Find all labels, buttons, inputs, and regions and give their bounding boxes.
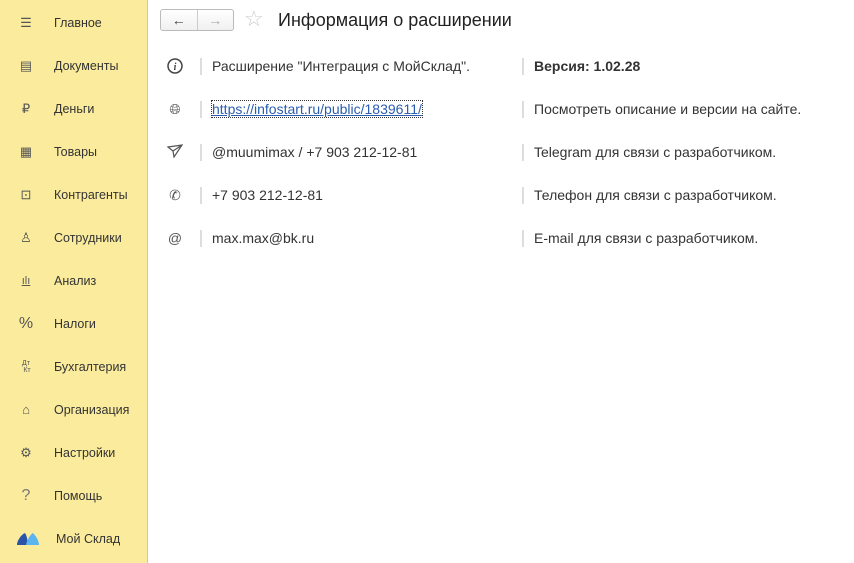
web-icon: 🌐︎	[169, 101, 181, 117]
sidebar-item-settings[interactable]: ⚙ Настройки	[0, 431, 147, 474]
goods-icon: ▦	[19, 143, 33, 159]
menu-icon: ☰	[20, 14, 32, 30]
svg-text:i: i	[174, 62, 177, 73]
info-row-telegram: @muumimax / +7 903 212-12-81 Telegram дл…	[148, 141, 854, 165]
sidebar-item-label: Сотрудники	[54, 230, 122, 245]
website-description: Посмотреть описание и версии на сайте.	[534, 101, 802, 117]
separator	[200, 144, 202, 161]
separator	[522, 187, 524, 204]
sidebar-item-documents[interactable]: ▤ Документы	[0, 44, 147, 87]
separator	[200, 58, 202, 75]
sidebar-item-contractors[interactable]: ⊡ Контрагенты	[0, 173, 147, 216]
sidebar-item-goods[interactable]: ▦ Товары	[0, 130, 147, 173]
sidebar-item-taxes[interactable]: % Налоги	[0, 302, 147, 345]
sidebar-item-accounting[interactable]: Дт Кт Бухгалтерия	[0, 345, 147, 388]
separator	[522, 144, 524, 161]
separator	[522, 58, 524, 75]
sidebar-item-main[interactable]: ☰ Главное	[0, 1, 147, 44]
telegram-contact: @muumimax / +7 903 212-12-81	[212, 144, 418, 160]
info-row-email: @ max.max@bk.ru E-mail для связи с разра…	[148, 227, 854, 251]
extension-name: Расширение "Интеграция с МойСклад".	[212, 58, 470, 74]
info-row-extension: i Расширение "Интеграция с МойСклад". Ве…	[148, 55, 854, 79]
history-nav: ← →	[160, 9, 234, 31]
sidebar-item-label: Контрагенты	[54, 187, 128, 202]
info-row-website: 🌐︎ https://infostart.ru/public/1839611/ …	[148, 98, 854, 122]
separator	[522, 101, 524, 118]
telegram-icon	[166, 144, 184, 161]
moysklad-logo-icon	[16, 532, 40, 546]
info-icon: i	[166, 58, 184, 77]
ruble-icon: ₽	[21, 100, 31, 116]
separator	[200, 187, 202, 204]
dt-kt-icon: Дт Кт	[21, 359, 31, 374]
sidebar-item-label: Документы	[54, 58, 119, 73]
sidebar-item-label: Главное	[54, 15, 102, 30]
percent-icon: %	[18, 314, 34, 332]
telegram-description: Telegram для связи с разработчиком.	[534, 144, 777, 160]
email-description: E-mail для связи с разработчиком.	[534, 230, 759, 246]
forward-button[interactable]: →	[198, 10, 234, 30]
sidebar-item-label: Помощь	[54, 488, 103, 503]
separator	[200, 230, 202, 247]
sidebar-item-label: Настройки	[54, 445, 116, 460]
sidebar-item-label: Налоги	[54, 316, 96, 331]
sidebar-item-moysklad[interactable]: Мой Склад	[0, 517, 147, 560]
sidebar-item-label: Организация	[54, 402, 130, 417]
main-content: ← → ☆ Информация о расширении i Расширен…	[148, 0, 854, 563]
phone-icon: ✆	[169, 187, 181, 203]
home-icon: ⌂	[22, 402, 30, 417]
sidebar-item-help[interactable]: ? Помощь	[0, 474, 147, 517]
info-row-phone: ✆ +7 903 212-12-81 Телефон для связи с р…	[148, 184, 854, 208]
sidebar-item-organization[interactable]: ⌂ Организация	[0, 388, 147, 431]
version-label: Версия: 1.02.28	[534, 58, 641, 74]
sidebar-item-employees[interactable]: ♙ Сотрудники	[0, 216, 147, 259]
briefcase-icon: ⊡	[20, 186, 32, 202]
gear-icon: ⚙	[20, 444, 32, 460]
phone-description: Телефон для связи с разработчиком.	[534, 187, 777, 203]
help-icon: ?	[21, 486, 31, 504]
separator	[200, 101, 202, 118]
email-address: max.max@bk.ru	[212, 230, 315, 246]
document-icon: ▤	[19, 57, 33, 73]
page-title: Информация о расширении	[278, 10, 512, 30]
phone-number: +7 903 212-12-81	[212, 187, 323, 203]
sidebar-item-label: Товары	[54, 144, 97, 159]
email-icon: @	[167, 230, 183, 246]
sidebar-item-label: Мой Склад	[56, 531, 121, 546]
favorite-star-icon[interactable]: ☆	[244, 6, 264, 32]
sidebar-item-label: Деньги	[54, 101, 95, 116]
back-button[interactable]: ←	[161, 10, 198, 30]
sidebar-item-analysis[interactable]: ılı Анализ	[0, 259, 147, 302]
separator	[522, 230, 524, 247]
person-icon: ♙	[20, 229, 32, 245]
sidebar: ☰ Главное ▤ Документы ₽ Деньги ▦ Товары ⊡ Кон…	[0, 0, 148, 563]
sidebar-item-label: Бухгалтерия	[54, 359, 127, 374]
chart-icon: ılı	[21, 274, 31, 287]
sidebar-item-label: Анализ	[54, 273, 97, 288]
website-link[interactable]: https://infostart.ru/public/1839611/	[211, 100, 423, 118]
sidebar-item-money[interactable]: ₽ Деньги	[0, 87, 147, 130]
